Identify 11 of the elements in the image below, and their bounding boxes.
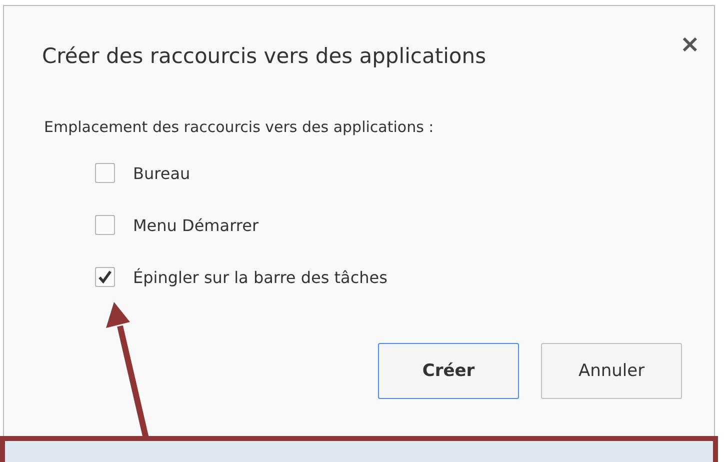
close-button[interactable]: × (676, 32, 704, 56)
dialog-title: Créer des raccourcis vers des applications (42, 44, 488, 68)
prompt-text: Emplacement des raccourcis vers des applications : (44, 118, 435, 136)
checkbox[interactable] (95, 215, 115, 235)
checkbox-label: Épingler sur la barre des tâches (133, 268, 388, 286)
checkbox[interactable] (95, 267, 115, 287)
checkbox-label: Bureau (133, 164, 190, 182)
cancel-button[interactable]: Annuler (541, 343, 682, 399)
checkbox-label: Menu Démarrer (133, 216, 259, 234)
create-button[interactable]: Créer (378, 343, 519, 399)
checkbox[interactable] (95, 163, 115, 183)
